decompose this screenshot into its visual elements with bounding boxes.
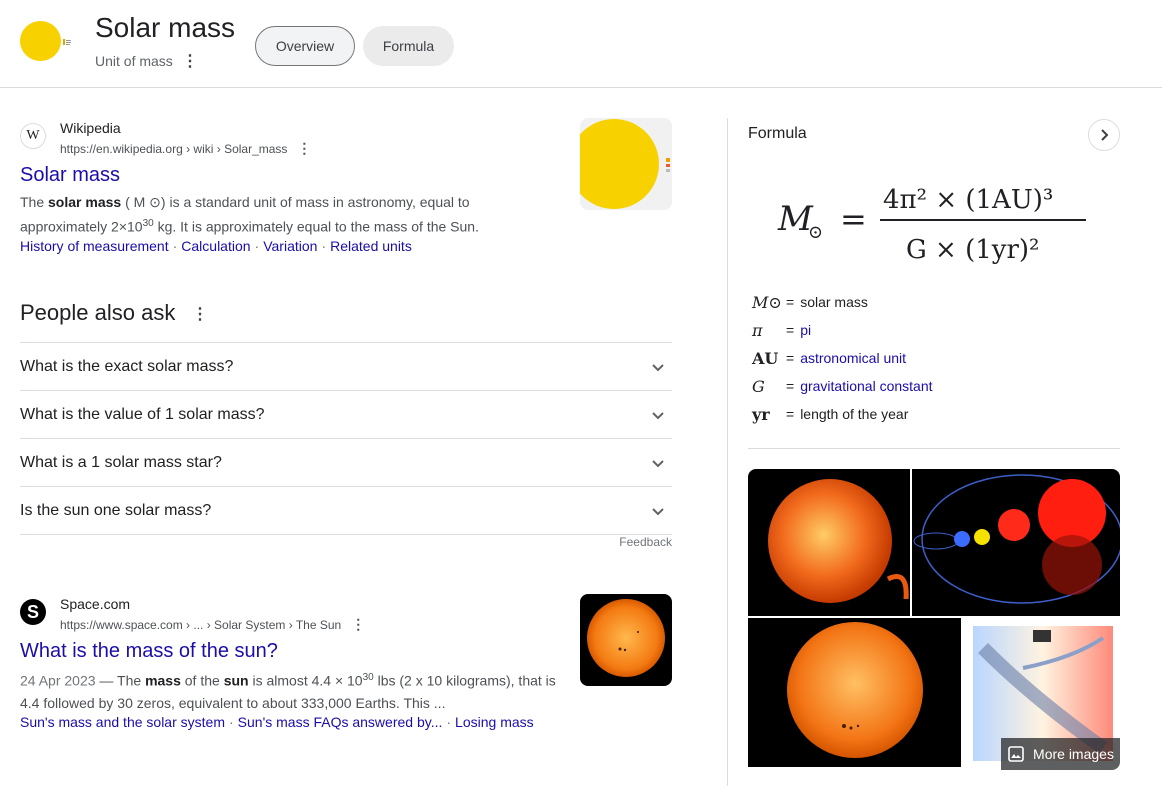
equation-numerator: 4π² × (1AU)³ [883, 185, 1053, 215]
people-also-ask-heading: People also ask [20, 300, 176, 325]
legend-link[interactable]: pi [800, 322, 811, 338]
entity-title: Solar mass [95, 12, 236, 43]
solar-mass-equation: M ⊙ = 4π² × (1AU)³ G × (1yr)² [777, 185, 1086, 265]
sitelink[interactable]: Sun's mass FAQs answered by... [238, 714, 443, 730]
sitelink[interactable]: Variation [263, 238, 317, 254]
tab-overview[interactable]: Overview [255, 26, 355, 66]
sun-rays-icon [63, 39, 71, 45]
equation-lhs-sub: ⊙ [808, 222, 823, 243]
tab-formula[interactable]: Formula [363, 26, 454, 66]
site-name[interactable]: Space.com [60, 596, 130, 612]
sitelink[interactable]: Losing mass [455, 714, 534, 730]
paa-question[interactable]: Is the sun one solar mass? [20, 487, 672, 535]
variable-legend: M⊙ = solar mass π = pi AU = astronomical… [748, 288, 1120, 428]
paa-question[interactable]: What is the exact solar mass? [20, 343, 672, 391]
image-grid: More images [748, 469, 1120, 770]
url-text: https://en.wikipedia.org › wiki › Solar_… [60, 142, 288, 156]
legend-text: solar mass [800, 294, 868, 310]
more-images-button[interactable]: More images [1001, 738, 1120, 770]
legend-row: π = pi [748, 316, 1120, 344]
legend-symbol: G [752, 376, 765, 396]
sitelink[interactable]: History of measurement [20, 238, 169, 254]
wikipedia-icon[interactable]: W [20, 123, 46, 149]
url-text: https://www.space.com › ... › Solar Syst… [60, 618, 342, 632]
legend-symbol: M⊙ [752, 292, 782, 312]
result-title-link[interactable]: Solar mass [20, 164, 120, 187]
sun-sunspots-image[interactable] [748, 618, 961, 767]
column-divider [727, 118, 728, 786]
result-snippet: The solar mass ( M ⊙) is a standard unit… [20, 194, 479, 235]
next-button[interactable] [1088, 119, 1120, 151]
space-com-icon[interactable]: S [20, 599, 46, 625]
formula-heading: Formula [748, 125, 807, 142]
site-name[interactable]: Wikipedia [60, 120, 121, 136]
legend-row: M⊙ = solar mass [748, 288, 1120, 316]
knowledge-header: Solar mass Unit of mass ⋮ Overview Formu… [0, 0, 1162, 88]
panel-divider [748, 448, 1120, 449]
image-icon [1008, 746, 1024, 762]
legend-link[interactable]: gravitational constant [800, 378, 932, 394]
legend-row: yr = length of the year [748, 400, 1120, 428]
sitelink[interactable]: Sun's mass and the solar system [20, 714, 225, 730]
chevron-down-icon [652, 411, 664, 419]
legend-symbol: AU [752, 348, 779, 368]
paa-question[interactable]: What is the value of 1 solar mass? [20, 391, 672, 439]
sun-image[interactable] [748, 469, 910, 616]
equation-equals: = [840, 200, 867, 238]
sitelink[interactable]: Related units [330, 238, 412, 254]
feedback-link[interactable]: Feedback [619, 535, 672, 549]
sun-thumbnail-icon[interactable] [20, 21, 61, 61]
legend-link[interactable]: astronomical unit [800, 350, 906, 366]
result-thumbnail[interactable] [580, 118, 672, 210]
people-also-ask-list: What is the exact solar mass? What is th… [20, 342, 672, 535]
chevron-down-icon [652, 363, 664, 371]
result-thumbnail[interactable] [580, 594, 672, 686]
chevron-right-icon [1101, 129, 1109, 141]
result-snippet: 24 Apr 2023 — The mass of the sun is alm… [20, 672, 556, 711]
sitelink[interactable]: Calculation [181, 238, 250, 254]
legend-row: AU = astronomical unit [748, 344, 1120, 372]
chevron-down-icon [652, 459, 664, 467]
equation-denominator: G × (1yr)² [906, 235, 1039, 265]
legend-row: G = gravitational constant [748, 372, 1120, 400]
more-options-icon[interactable]: ⋮ [182, 51, 198, 71]
paa-menu-icon[interactable]: ⋮ [192, 304, 208, 324]
sitelinks: History of measurement · Calculation · Varia… [20, 238, 412, 254]
sitelinks: Sun's mass and the solar system · Sun's ma… [20, 714, 534, 730]
site-url[interactable]: https://en.wikipedia.org › wiki › Solar_… [60, 140, 311, 157]
result-menu-icon[interactable]: ⋮ [351, 616, 365, 632]
paa-question[interactable]: What is a 1 solar mass star? [20, 439, 672, 487]
site-url[interactable]: https://www.space.com › ... › Solar Syst… [60, 616, 365, 633]
legend-symbol: π [752, 320, 763, 340]
chevron-down-icon [652, 507, 664, 515]
legend-symbol: yr [752, 404, 770, 424]
result-menu-icon[interactable]: ⋮ [297, 140, 311, 156]
star-comparison-image[interactable] [912, 469, 1120, 616]
legend-text: length of the year [800, 406, 909, 422]
entity-subtitle: Unit of mass [95, 53, 173, 69]
result-title-link[interactable]: What is the mass of the sun? [20, 640, 278, 663]
